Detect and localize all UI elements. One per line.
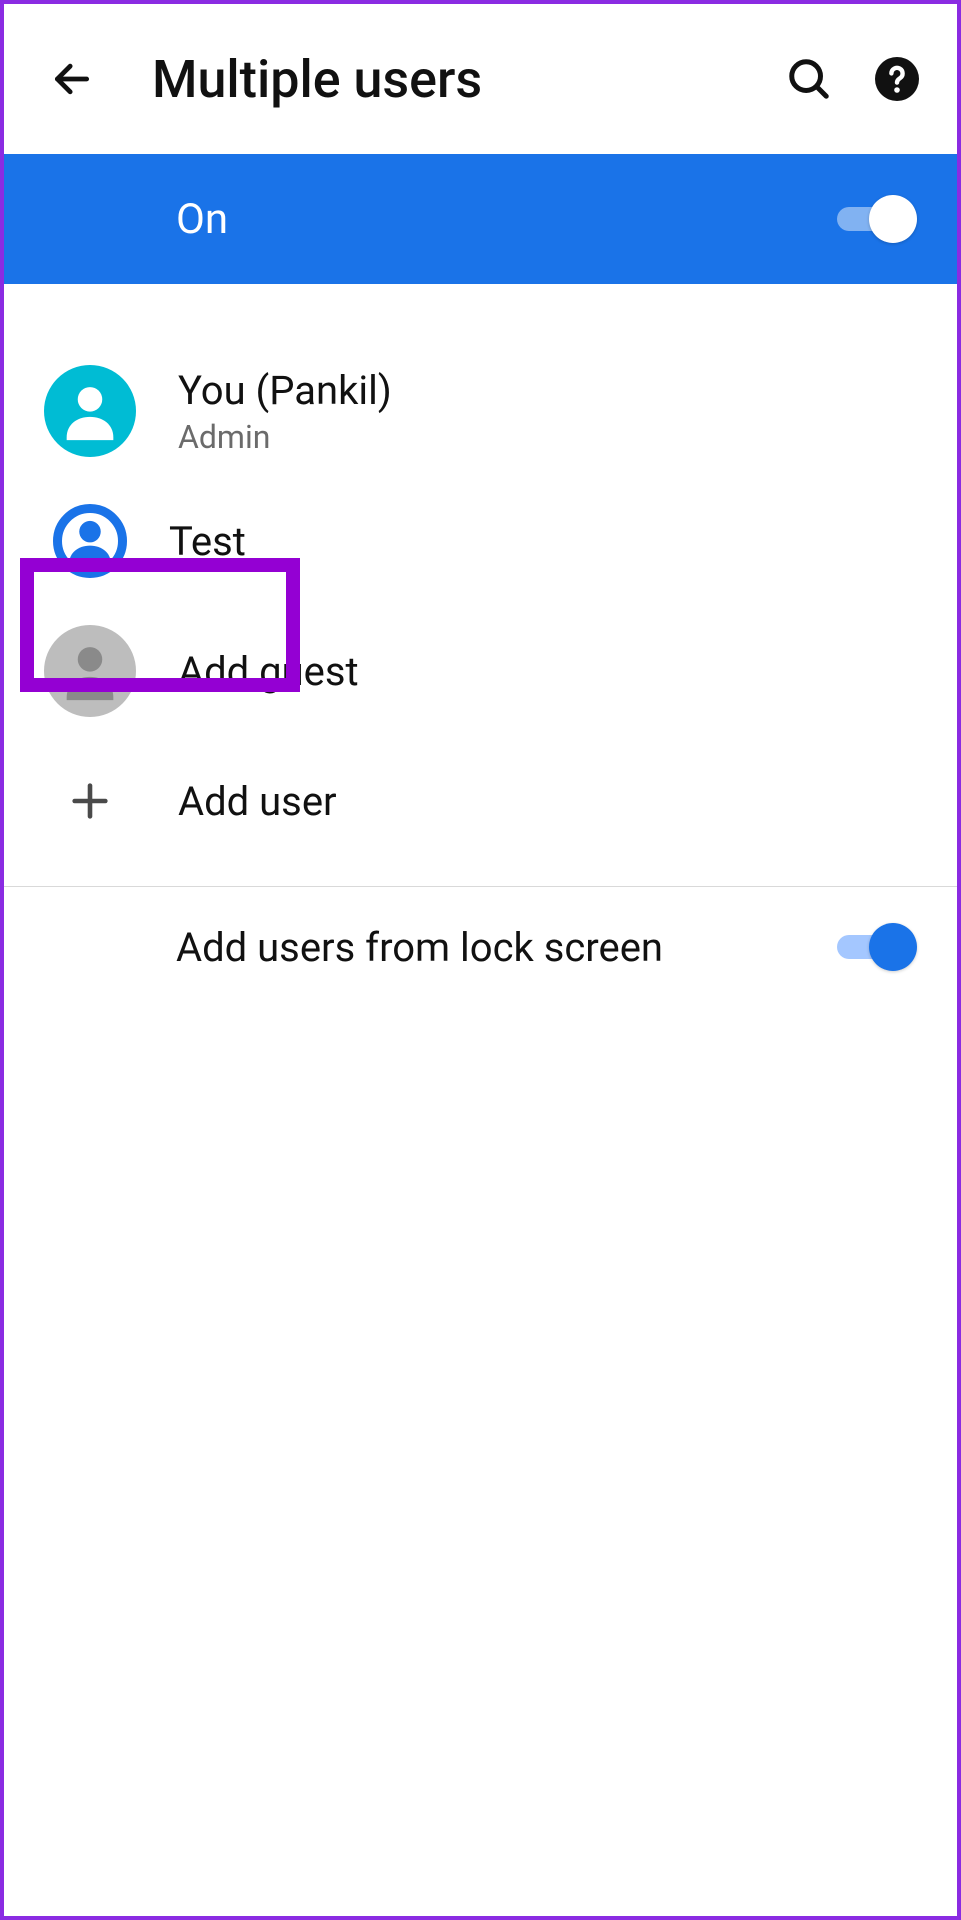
avatar-test xyxy=(53,504,127,578)
user-name-you: You (Pankil) xyxy=(178,367,392,414)
add-guest-row[interactable]: Add guest xyxy=(4,606,957,736)
toggle-thumb xyxy=(869,195,917,243)
on-label: On xyxy=(176,195,827,244)
plus-icon xyxy=(67,778,113,824)
add-user-label: Add user xyxy=(178,778,337,825)
add-guest-label: Add guest xyxy=(178,648,359,695)
lock-screen-toggle[interactable] xyxy=(827,923,917,971)
lock-screen-row[interactable]: Add users from lock screen xyxy=(4,887,957,1007)
avatar-guest xyxy=(44,625,136,717)
search-button[interactable] xyxy=(779,49,839,109)
search-icon xyxy=(786,56,832,102)
back-button[interactable] xyxy=(42,49,102,109)
user-row-test[interactable]: Test xyxy=(4,476,957,606)
toggle-thumb xyxy=(869,923,917,971)
person-icon xyxy=(55,636,125,706)
user-role-you: Admin xyxy=(178,418,392,456)
avatar-you xyxy=(44,365,136,457)
help-icon xyxy=(873,55,921,103)
person-icon xyxy=(62,512,118,570)
user-name-test: Test xyxy=(169,518,246,565)
user-row-you[interactable]: You (Pankil) Admin xyxy=(4,346,957,476)
app-header: Multiple users xyxy=(4,4,957,154)
multiple-users-toggle[interactable] xyxy=(827,195,917,243)
feature-on-banner: On xyxy=(4,154,957,284)
page-title: Multiple users xyxy=(152,49,751,110)
help-button[interactable] xyxy=(867,49,927,109)
add-user-row[interactable]: Add user xyxy=(4,736,957,866)
plus-icon-wrap xyxy=(44,755,136,847)
users-list: You (Pankil) Admin Test Add guest xyxy=(4,284,957,866)
person-icon xyxy=(55,376,125,446)
lock-screen-label: Add users from lock screen xyxy=(176,924,827,971)
arrow-left-icon xyxy=(50,57,94,101)
